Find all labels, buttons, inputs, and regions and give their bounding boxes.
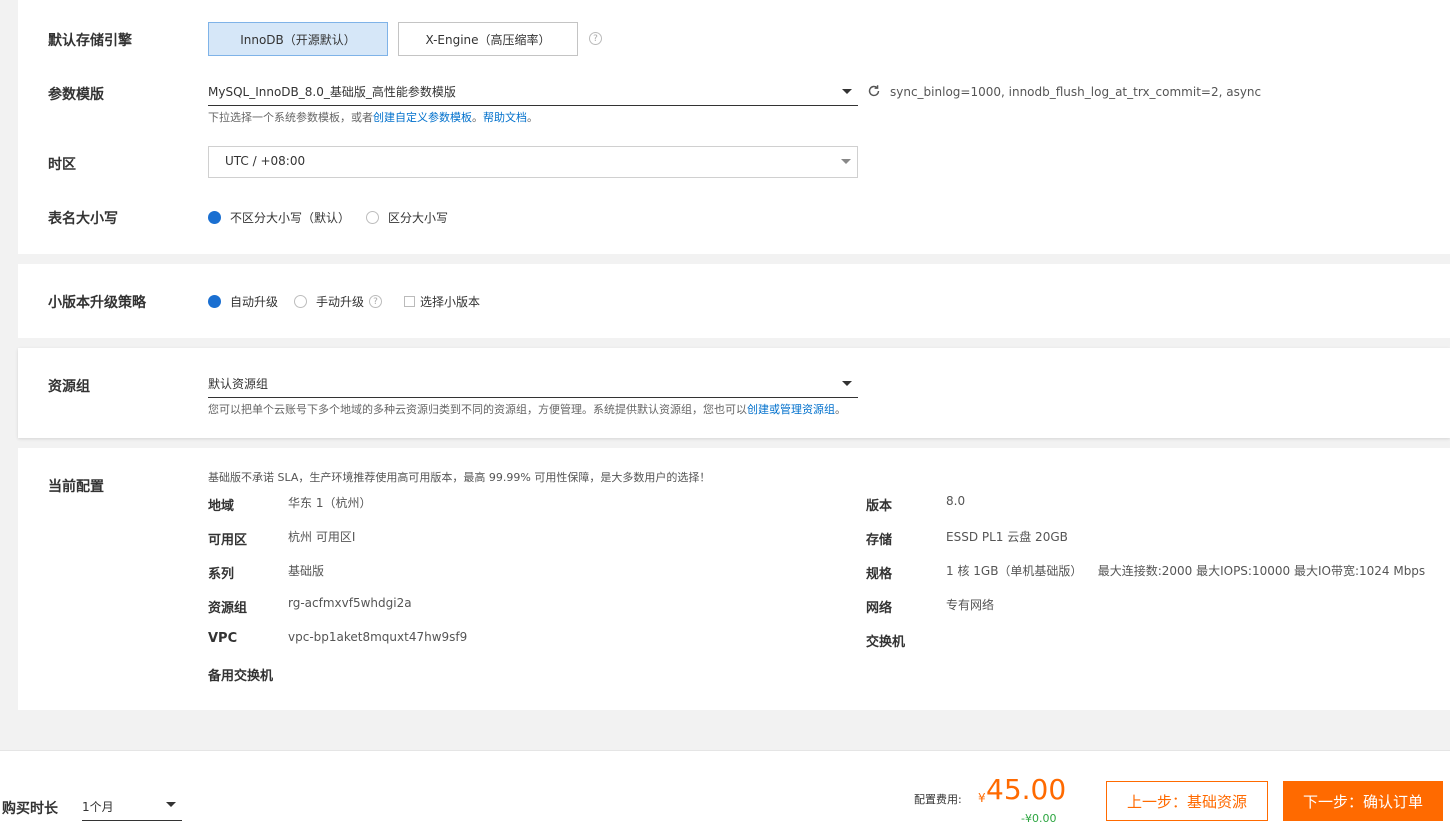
- radio-case-insensitive[interactable]: [208, 211, 221, 224]
- minor-upgrade-label: 小版本升级策略: [48, 295, 146, 311]
- param-template-label: 参数模版: [48, 87, 104, 103]
- config-value: rg-acfmxvf5whdgi2a: [288, 596, 412, 610]
- auto-upgrade-label: 自动升级: [230, 295, 279, 309]
- case-sensitive-label: 区分大小写: [388, 211, 449, 225]
- manual-upgrade-label: 手动升级: [316, 295, 365, 309]
- param-template-summary: sync_binlog=1000, innodb_flush_log_at_tr…: [890, 85, 1262, 99]
- timezone-value: UTC / +08:00: [225, 154, 306, 168]
- select-minor-version-label: 选择小版本: [420, 295, 481, 309]
- param-template-hint: 下拉选择一个系统参数模板，或者创建自定义参数模板。帮助文档。: [208, 111, 538, 124]
- storage-engine-label: 默认存储引擎: [48, 33, 132, 49]
- prev-step-button[interactable]: 上一步：基础资源: [1106, 781, 1268, 821]
- config-value: 华东 1（杭州）: [288, 496, 372, 510]
- config-value: ESSD PL1 云盘 20GB: [946, 530, 1068, 544]
- config-key: 版本: [866, 499, 893, 514]
- config-value: 8.0: [946, 494, 966, 508]
- chevron-down-icon[interactable]: [841, 159, 851, 164]
- help-icon[interactable]: ?: [589, 32, 602, 45]
- current-config-label: 当前配置: [48, 479, 104, 495]
- engine-option-xengine[interactable]: X-Engine（高压缩率）: [398, 22, 578, 56]
- config-key: 存储: [866, 533, 893, 548]
- current-config-panel: 当前配置 基础版不承诺 SLA，生产环境推荐使用高可用版本，最高 99.99% …: [18, 448, 1450, 710]
- config-key: 资源组: [208, 601, 248, 616]
- fee-label: 配置费用:: [914, 793, 962, 806]
- config-key: 系列: [208, 567, 235, 582]
- config-value: vpc-bp1aket8mquxt47hw9sf9: [288, 630, 468, 644]
- config-key: 规格: [866, 567, 893, 582]
- help-doc-link[interactable]: 帮助文档: [483, 111, 527, 124]
- duration-label: 购买时长: [2, 801, 58, 817]
- radio-auto-upgrade[interactable]: [208, 295, 221, 308]
- config-key: 可用区: [208, 533, 248, 548]
- timezone-label: 时区: [48, 157, 76, 173]
- discount-value: -¥0.00: [1021, 812, 1057, 825]
- minor-upgrade-panel: 小版本升级策略 自动升级 手动升级 ? 选择小版本: [18, 264, 1450, 338]
- instance-config-panel: 默认存储引擎 InnoDB（开源默认） X-Engine（高压缩率） ? 参数模…: [18, 0, 1450, 254]
- sla-notice: 基础版不承诺 SLA，生产环境推荐使用高可用版本，最高 99.99% 可用性保障…: [208, 471, 711, 484]
- resource-group-panel: 资源组 默认资源组 您可以把单个云账号下多个地域的多种云资源归类到不同的资源组，…: [18, 348, 1450, 438]
- duration-value: 1个月: [82, 800, 114, 814]
- config-key: VPC: [208, 631, 238, 646]
- create-template-link[interactable]: 创建自定义参数模板: [373, 111, 472, 124]
- config-value: 杭州 可用区I: [288, 530, 356, 544]
- case-insensitive-label: 不区分大小写（默认）: [230, 211, 351, 225]
- config-value: 1 核 1GB（单机基础版） 最大连接数:2000 最大IOPS:10000 最…: [946, 564, 1426, 578]
- resource-group-label: 资源组: [48, 379, 90, 395]
- resource-group-select[interactable]: 默认资源组: [208, 370, 858, 398]
- next-step-button[interactable]: 下一步：确认订单: [1283, 781, 1443, 821]
- refresh-icon[interactable]: [867, 84, 881, 98]
- radio-manual-upgrade[interactable]: [294, 295, 307, 308]
- select-minor-version-checkbox[interactable]: [404, 296, 415, 307]
- chevron-down-icon[interactable]: [842, 89, 852, 94]
- chevron-down-icon[interactable]: [842, 381, 852, 386]
- engine-option-innodb[interactable]: InnoDB（开源默认）: [208, 22, 388, 56]
- purchase-footer: 购买时长 1个月 配置费用: ¥ 45.00 -¥0.00 上一步：基础资源 下…: [0, 750, 1450, 826]
- manage-resource-group-link[interactable]: 创建或管理资源组: [747, 403, 835, 416]
- resource-group-value: 默认资源组: [208, 377, 269, 391]
- help-icon[interactable]: ?: [369, 295, 382, 308]
- radio-case-sensitive[interactable]: [366, 211, 379, 224]
- chevron-down-icon[interactable]: [166, 802, 176, 807]
- timezone-select[interactable]: UTC / +08:00: [208, 146, 858, 178]
- table-case-label: 表名大小写: [48, 211, 118, 227]
- param-template-select[interactable]: MySQL_InnoDB_8.0_基础版_高性能参数模版: [208, 78, 858, 106]
- config-key: 备用交换机: [208, 669, 274, 684]
- price-value: 45.00: [986, 773, 1067, 806]
- config-value: 基础版: [288, 564, 325, 578]
- resource-group-hint: 您可以把单个云账号下多个地域的多种云资源归类到不同的资源组，方便管理。系统提供默…: [208, 403, 846, 416]
- config-key: 网络: [866, 601, 893, 616]
- currency-symbol: ¥: [978, 791, 986, 805]
- config-key: 交换机: [866, 635, 906, 650]
- param-template-value: MySQL_InnoDB_8.0_基础版_高性能参数模版: [208, 85, 456, 99]
- config-key: 地域: [208, 499, 235, 514]
- config-value: 专有网络: [946, 598, 995, 612]
